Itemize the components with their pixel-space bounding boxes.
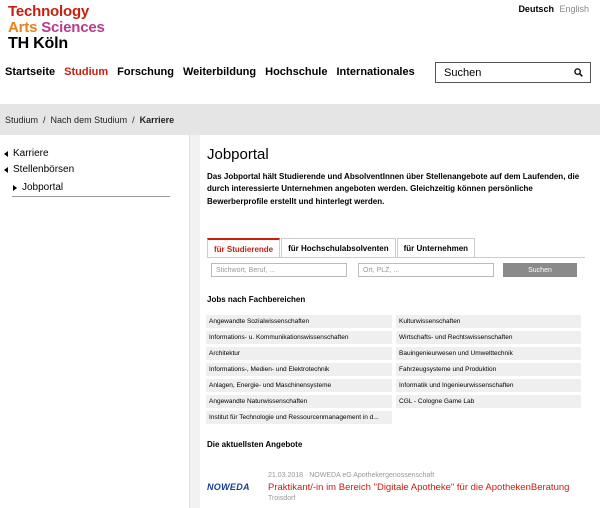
field-link[interactable]: Angewandte Naturwissenschaften — [206, 395, 392, 408]
breadcrumb: Studium / Nach dem Studium / Karriere — [0, 104, 600, 135]
jobsearch-tabs: für Studierende für Hochschulabsolventen… — [207, 238, 476, 258]
offer-title-link[interactable]: Praktikant/-in im Bereich "Digitale Apot… — [268, 482, 569, 493]
jobsearch-submit-button[interactable]: Suchen — [503, 263, 577, 277]
page-title: Jobportal — [207, 146, 269, 163]
nav-forschung[interactable]: Forschung — [117, 66, 174, 78]
sidebar-item-jobportal[interactable]: Jobportal — [13, 182, 63, 193]
logo-word-arts: Arts — [8, 18, 38, 36]
triangle-left-icon — [4, 166, 8, 173]
field-link[interactable]: Institut für Technologie und Ressourcenm… — [206, 411, 392, 424]
sidebar-item-stellenboersen[interactable]: Stellenbörsen — [4, 164, 74, 175]
field-link[interactable]: Bauingenieurwesen und Umwelttechnik — [396, 347, 581, 360]
lang-english[interactable]: English — [559, 4, 589, 14]
lang-deutsch[interactable]: Deutsch — [518, 4, 554, 14]
field-link[interactable]: Angewandte Sozialwissenschaften — [206, 315, 392, 328]
language-switch: Deutsch English — [518, 4, 589, 14]
breadcrumb-nach-dem-studium[interactable]: Nach dem Studium — [51, 115, 128, 125]
field-link[interactable]: Anlagen, Energie- und Maschinensysteme — [206, 379, 392, 392]
offer-meta: 21.03.2018 · NOWEDA eG Apothekergenossen… — [268, 472, 435, 479]
main-content: Jobportal Das Jobportal hält Studierende… — [200, 135, 600, 508]
page-intro: Das Jobportal hält Studierende und Absol… — [207, 172, 580, 206]
company-logo[interactable]: NOWEDA — [207, 482, 250, 492]
nav-hochschule[interactable]: Hochschule — [265, 66, 327, 78]
sidebar-item-label: Karriere — [13, 148, 49, 159]
nav-studium[interactable]: Studium — [64, 66, 108, 78]
field-link[interactable]: Informations-, Medien- und Elektrotechni… — [206, 363, 392, 376]
sidebar-item-label: Jobportal — [22, 182, 64, 193]
sidebar-gutter — [190, 135, 200, 508]
logo-word-sciences: Sciences — [41, 18, 105, 36]
location-placeholder: Ort, PLZ, ... — [363, 266, 400, 274]
field-link[interactable]: Architektur — [206, 347, 392, 360]
field-link[interactable]: Informations- u. Kommunikationswissensch… — [206, 331, 392, 344]
field-link[interactable]: Fahrzeugsysteme und Produktion — [396, 363, 581, 376]
site-search-input[interactable]: Suchen — [435, 62, 591, 83]
nav-startseite[interactable]: Startseite — [5, 66, 55, 78]
keyword-input[interactable]: Stichwort, Beruf, ... — [211, 263, 347, 277]
breadcrumb-current: Karriere — [139, 114, 175, 125]
latest-offers-heading: Die aktuellsten Angebote — [207, 440, 303, 449]
breadcrumb-separator: / — [132, 114, 135, 125]
triangle-left-icon — [4, 150, 8, 157]
location-input[interactable]: Ort, PLZ, ... — [358, 263, 494, 277]
field-link[interactable]: Kulturwissenschaften — [396, 315, 581, 328]
nav-internationales[interactable]: Internationales — [336, 66, 414, 78]
breadcrumb-studium[interactable]: Studium — [5, 115, 38, 125]
nav-weiterbildung[interactable]: Weiterbildung — [183, 66, 256, 78]
th-koeln-logo[interactable]: Technology Arts Sciences TH Köln — [8, 4, 105, 52]
sidebar-item-karriere[interactable]: Karriere — [4, 148, 49, 159]
field-link[interactable]: CGL - Cologne Game Lab — [396, 395, 581, 408]
logo-line-technology: Technology — [8, 3, 90, 20]
triangle-right-icon — [13, 184, 17, 191]
sidebar-item-label: Stellenbörsen — [13, 164, 75, 175]
fields-heading: Jobs nach Fachbereichen — [207, 295, 306, 304]
main-nav: Startseite Studium Forschung Weiterbildu… — [5, 66, 415, 78]
search-icon[interactable] — [574, 68, 583, 77]
field-link[interactable]: Wirtschafts- und Rechtswissenschaften — [396, 331, 581, 344]
logo-line-th-koeln: TH Köln — [8, 35, 68, 52]
tab-fuer-studierende[interactable]: für Studierende — [207, 238, 281, 258]
keyword-placeholder: Stichwort, Beruf, ... — [216, 266, 276, 274]
tab-fuer-hochschulabsolventen[interactable]: für Hochschulabsolventen — [281, 238, 396, 258]
search-placeholder: Suchen — [444, 66, 482, 79]
tab-fuer-unternehmen[interactable]: für Unternehmen — [396, 238, 476, 258]
field-link[interactable]: Informatik und Ingenieurwissenschaften — [396, 379, 581, 392]
breadcrumb-separator: / — [43, 114, 46, 125]
offer-location: Troisdorf — [268, 495, 296, 502]
sidebar-divider — [12, 196, 170, 197]
